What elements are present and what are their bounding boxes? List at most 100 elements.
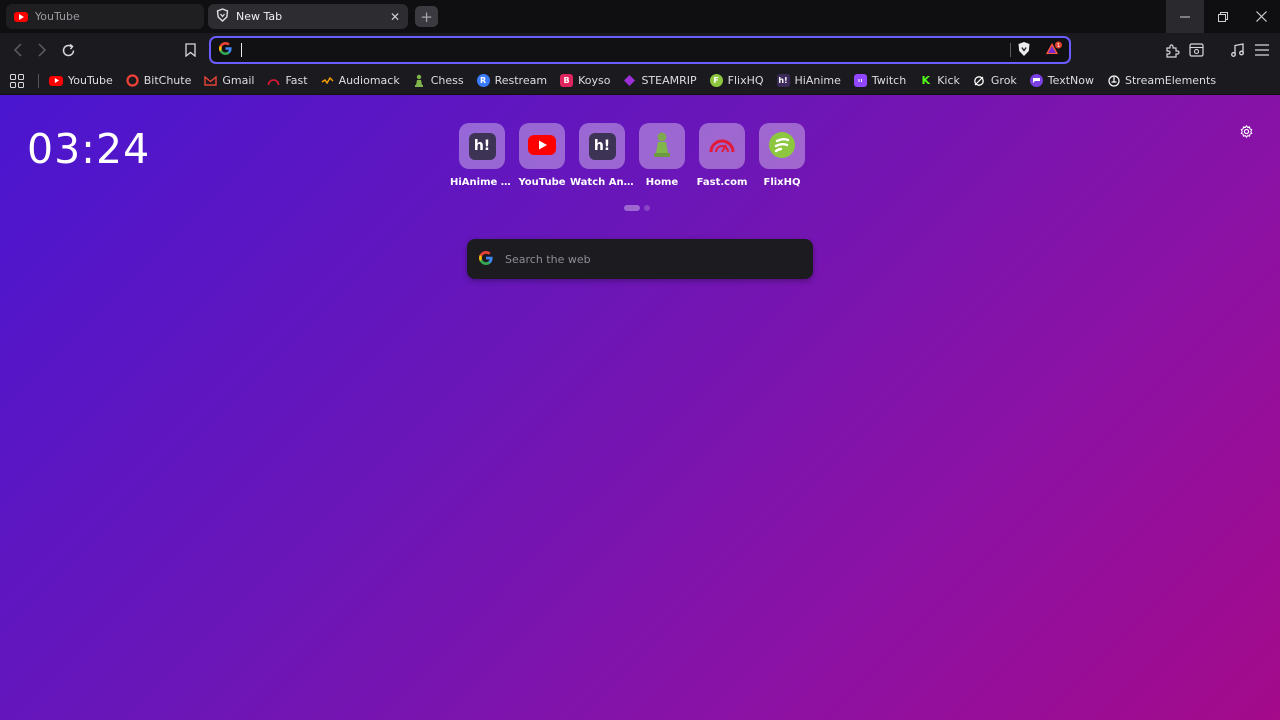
new-tab-page: 03:24 h! HiAnime Fr... YouTube h! Watch … [0, 95, 1280, 720]
page-dot[interactable] [644, 205, 650, 211]
bookmark-label: STEAMRIP [641, 74, 697, 87]
hianime-icon: h! [776, 74, 790, 87]
search-box[interactable]: Search the web [467, 239, 813, 279]
chess-icon [413, 74, 426, 87]
youtube-icon [14, 11, 28, 22]
top-sites: h! HiAnime Fr... YouTube h! Watch Ani... [450, 123, 805, 188]
bookmark-restream[interactable]: R Restream [476, 74, 548, 87]
address-bar-divider [1010, 43, 1011, 57]
brave-shield-icon [216, 8, 229, 25]
reader-mode-icon[interactable] [1186, 40, 1206, 60]
text-cursor [241, 43, 242, 57]
bookmark-label: Twitch [871, 74, 907, 87]
bookmark-label: Gmail [222, 74, 255, 87]
gmail-icon [204, 74, 218, 87]
textnow-icon [1029, 74, 1043, 87]
address-input[interactable] [246, 43, 1061, 57]
top-site-hianime[interactable]: h! HiAnime Fr... [450, 123, 514, 188]
bookmark-label: BitChute [143, 74, 192, 87]
bookmark-textnow[interactable]: TextNow [1029, 74, 1094, 87]
bookmark-kick[interactable]: K Kick [919, 74, 959, 87]
media-music-icon[interactable] [1227, 40, 1247, 60]
bookmark-twitch[interactable]: Twitch [853, 74, 907, 87]
top-site-home[interactable]: Home [639, 123, 685, 188]
bookmark-label: Koyso [578, 74, 611, 87]
bitchute-icon [126, 74, 139, 87]
top-site-fast[interactable]: Fast.com [697, 123, 747, 188]
address-bar[interactable]: 1 [209, 36, 1071, 64]
new-tab-button[interactable]: + [415, 6, 438, 27]
restream-icon: R [476, 74, 490, 87]
bookmark-flixhq[interactable]: F FlixHQ [709, 74, 764, 87]
svg-text:1: 1 [1057, 43, 1060, 49]
site-label: Fast.com [696, 177, 748, 188]
kick-icon: K [921, 74, 930, 87]
reload-button[interactable] [58, 40, 78, 60]
site-label: FlixHQ [763, 177, 801, 188]
bookmark-streamelements[interactable]: StreamElements [1107, 74, 1216, 87]
site-tile [639, 123, 685, 169]
bookmark-label: Grok [990, 74, 1017, 87]
tab-new-tab[interactable]: New Tab ✕ [208, 4, 408, 29]
menu-icon[interactable] [1252, 40, 1272, 60]
tab-strip: YouTube New Tab ✕ + [0, 0, 1280, 33]
bookmark-koyso[interactable]: B Koyso [560, 74, 610, 87]
gear-icon[interactable] [1237, 122, 1255, 140]
site-label: Watch Ani... [570, 177, 634, 188]
bookmark-button[interactable] [180, 40, 200, 60]
page-dot-active[interactable] [624, 205, 640, 211]
tab-youtube[interactable]: YouTube [6, 4, 204, 29]
site-label: HiAnime Fr... [450, 177, 514, 188]
bookmark-hianime[interactable]: h! HiAnime [776, 74, 841, 87]
top-site-flixhq[interactable]: FlixHQ [759, 123, 805, 188]
bookmark-bitchute[interactable]: BitChute [126, 74, 192, 87]
close-tab-icon[interactable]: ✕ [390, 10, 400, 24]
clock: 03:24 [27, 125, 151, 173]
bookmark-youtube[interactable]: YouTube [49, 74, 113, 87]
speedometer-icon [708, 136, 736, 157]
brave-shield-icon[interactable] [1017, 41, 1031, 60]
fast-icon [267, 74, 280, 87]
site-tile [519, 123, 565, 169]
forward-button[interactable] [32, 40, 52, 60]
site-label: Home [645, 177, 679, 188]
youtube-icon [49, 75, 63, 86]
koyso-icon: B [560, 74, 574, 87]
top-site-youtube[interactable]: YouTube [518, 123, 566, 188]
minimize-button[interactable] [1166, 0, 1204, 33]
bookmarks-bar: YouTube BitChute Gmail Fast Audiomack Ch… [0, 67, 1280, 95]
bookmark-chess[interactable]: Chess [413, 74, 464, 87]
bookmark-label: YouTube [68, 74, 113, 87]
bookmark-label: Fast [285, 74, 308, 87]
bookmarks-divider [38, 73, 39, 88]
bookmark-steamrip[interactable]: STEAMRIP [623, 74, 697, 87]
youtube-icon [528, 134, 556, 158]
twitch-icon [853, 74, 867, 87]
site-label: YouTube [518, 177, 566, 188]
extensions-icon[interactable] [1162, 40, 1182, 60]
tab-title: New Tab [236, 10, 283, 23]
bookmark-label: StreamElements [1125, 74, 1217, 87]
top-sites-pagination [624, 205, 650, 211]
google-icon [219, 42, 232, 58]
bookmark-label: TextNow [1047, 74, 1094, 87]
brave-rewards-icon[interactable]: 1 [1045, 41, 1063, 60]
apps-grid-icon[interactable] [8, 72, 26, 90]
streamelements-icon [1107, 74, 1120, 87]
hianime-icon: h! [588, 132, 616, 160]
bookmark-grok[interactable]: Grok [973, 74, 1017, 87]
bookmark-fast[interactable]: Fast [267, 74, 308, 87]
bookmark-label: Chess [430, 74, 464, 87]
bookmark-label: HiAnime [794, 74, 841, 87]
restore-button[interactable] [1204, 0, 1242, 33]
bookmark-audiomack[interactable]: Audiomack [321, 74, 400, 87]
bookmark-gmail[interactable]: Gmail [204, 74, 254, 87]
tab-title: YouTube [35, 10, 80, 23]
search-placeholder: Search the web [505, 252, 591, 266]
top-site-watch-anime[interactable]: h! Watch Ani... [570, 123, 634, 188]
audiomack-icon [321, 74, 334, 87]
back-button[interactable] [8, 40, 28, 60]
bookmark-label: Restream [494, 74, 548, 87]
close-window-button[interactable] [1242, 0, 1280, 33]
grok-icon [973, 74, 986, 87]
